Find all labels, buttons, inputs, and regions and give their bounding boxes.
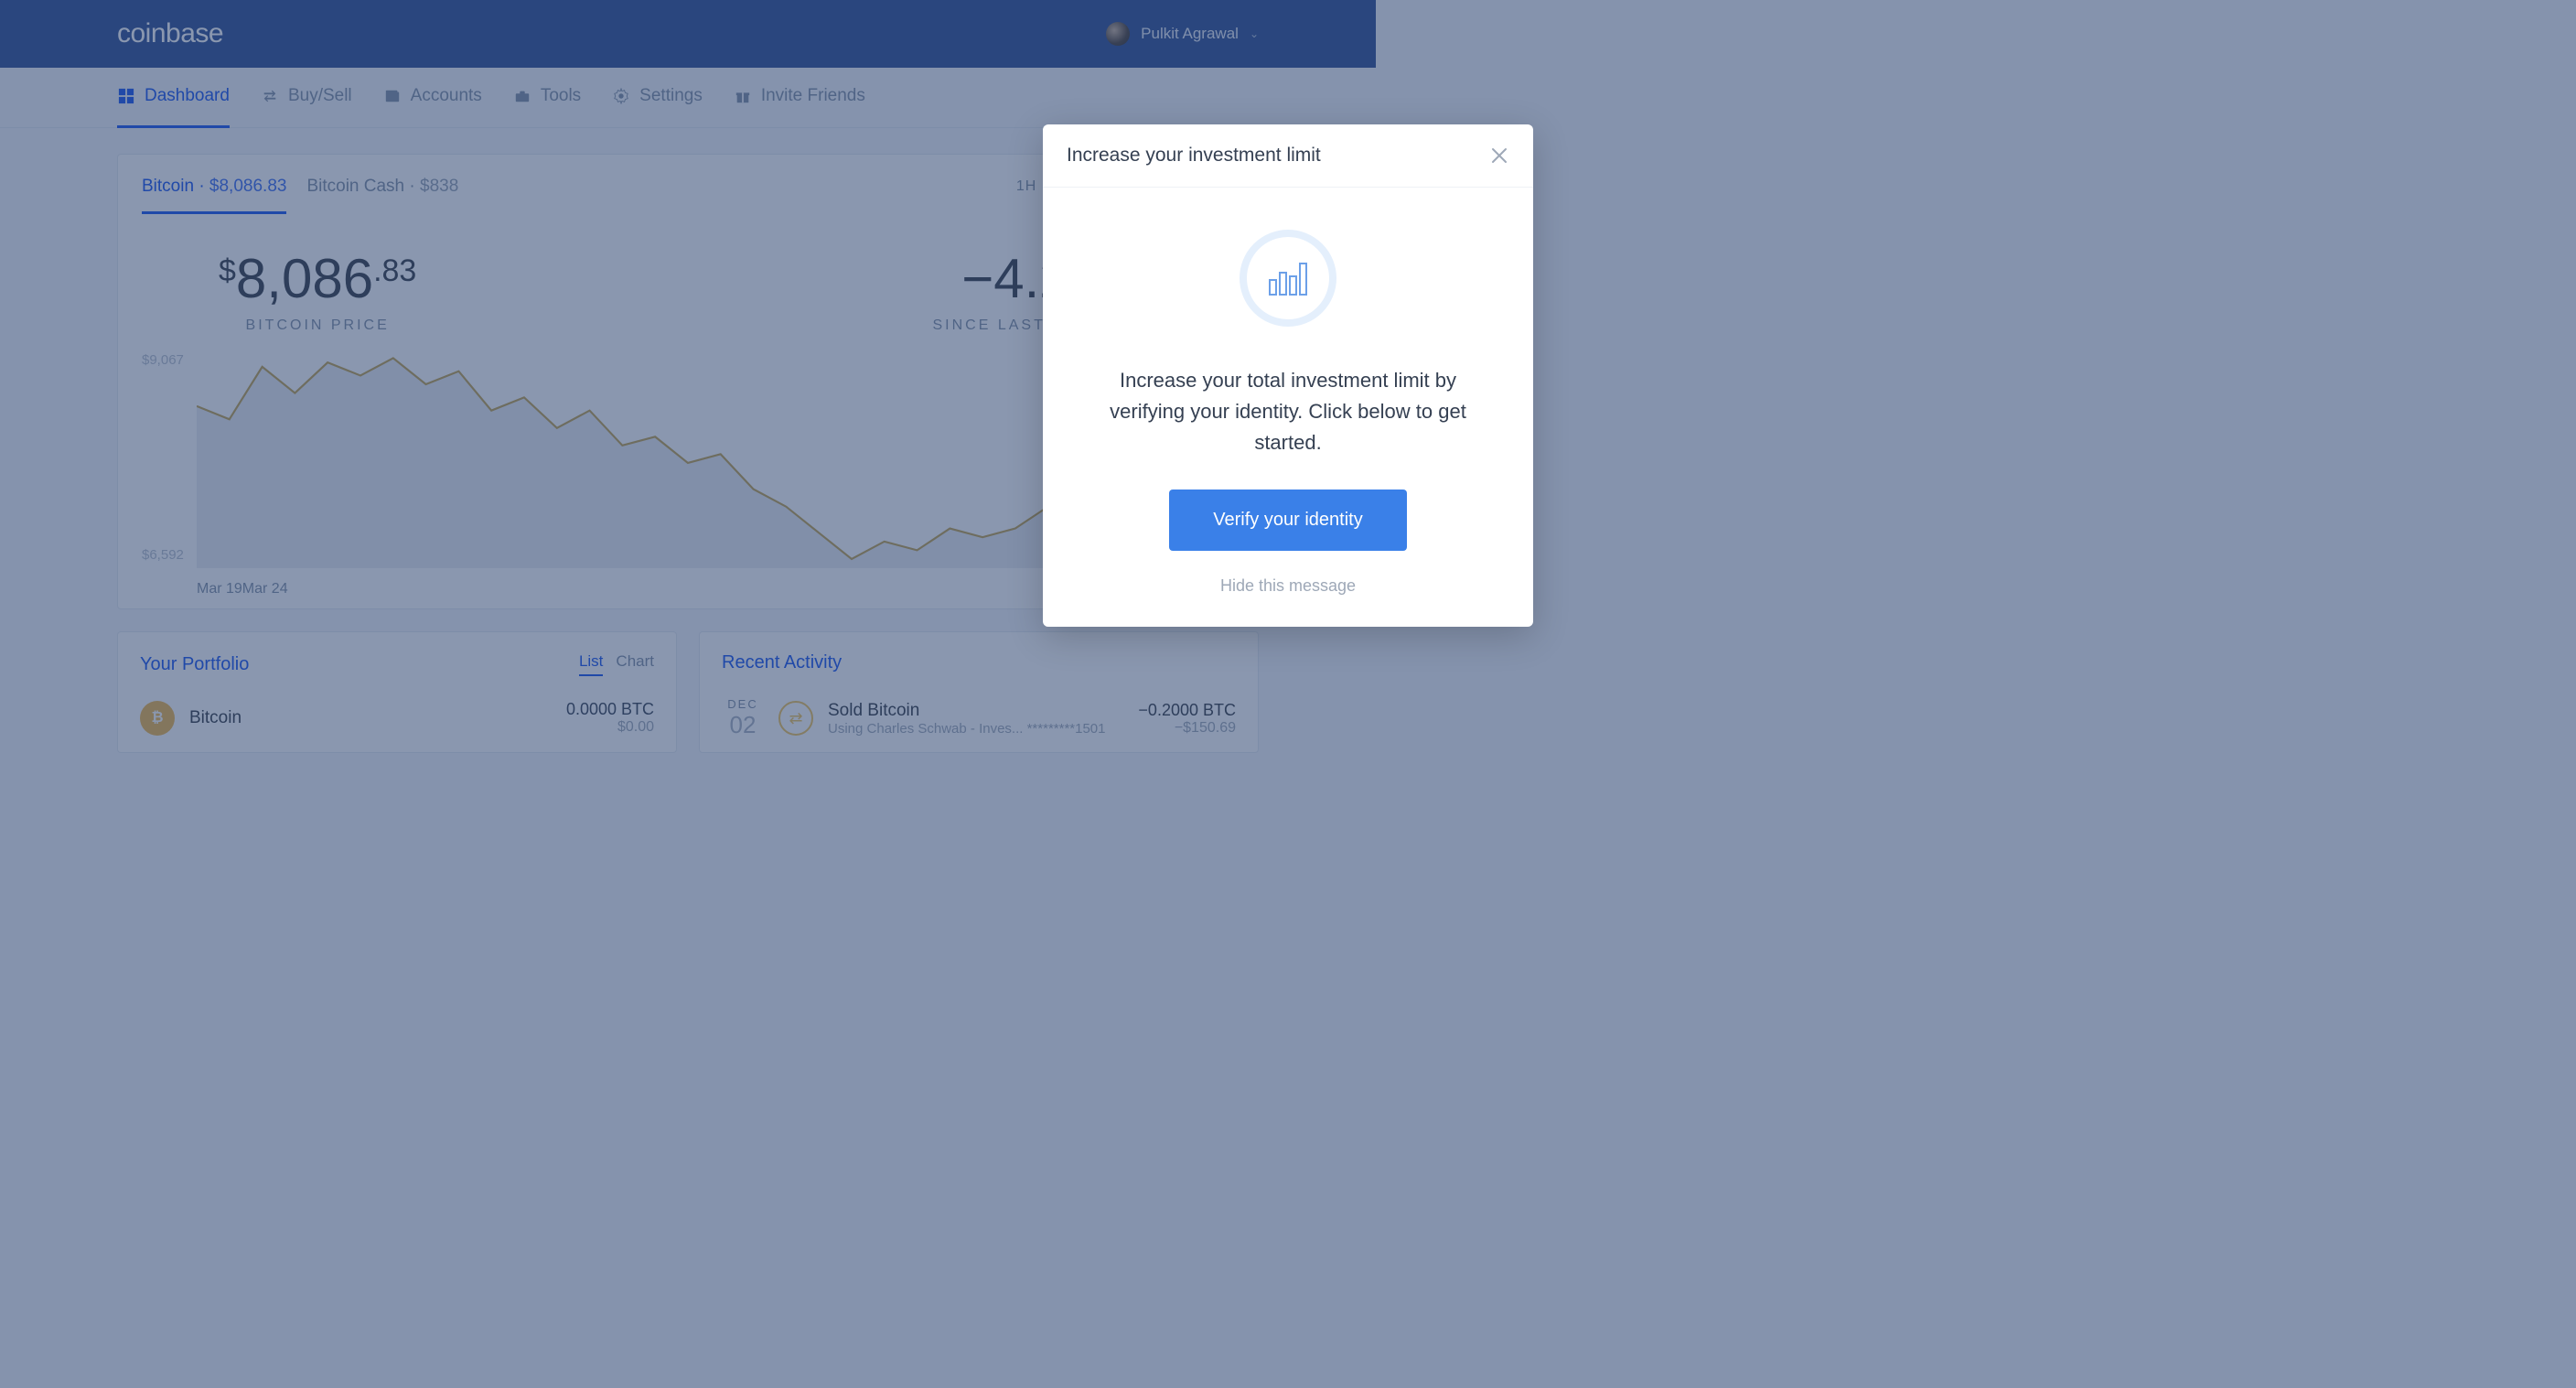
close-icon[interactable]	[1489, 145, 1509, 166]
verify-identity-button[interactable]: Verify your identity	[1169, 490, 1406, 551]
modal-body-text: Increase your total investment limit by …	[1092, 365, 1484, 458]
modal-overlay[interactable]: Increase your investment limit Increase …	[0, 0, 2576, 1388]
bar-chart-icon	[1240, 230, 1336, 327]
modal-title: Increase your investment limit	[1067, 145, 1321, 167]
verify-modal: Increase your investment limit Increase …	[1043, 124, 1533, 627]
hide-message-button[interactable]: Hide this message	[1220, 576, 1356, 596]
